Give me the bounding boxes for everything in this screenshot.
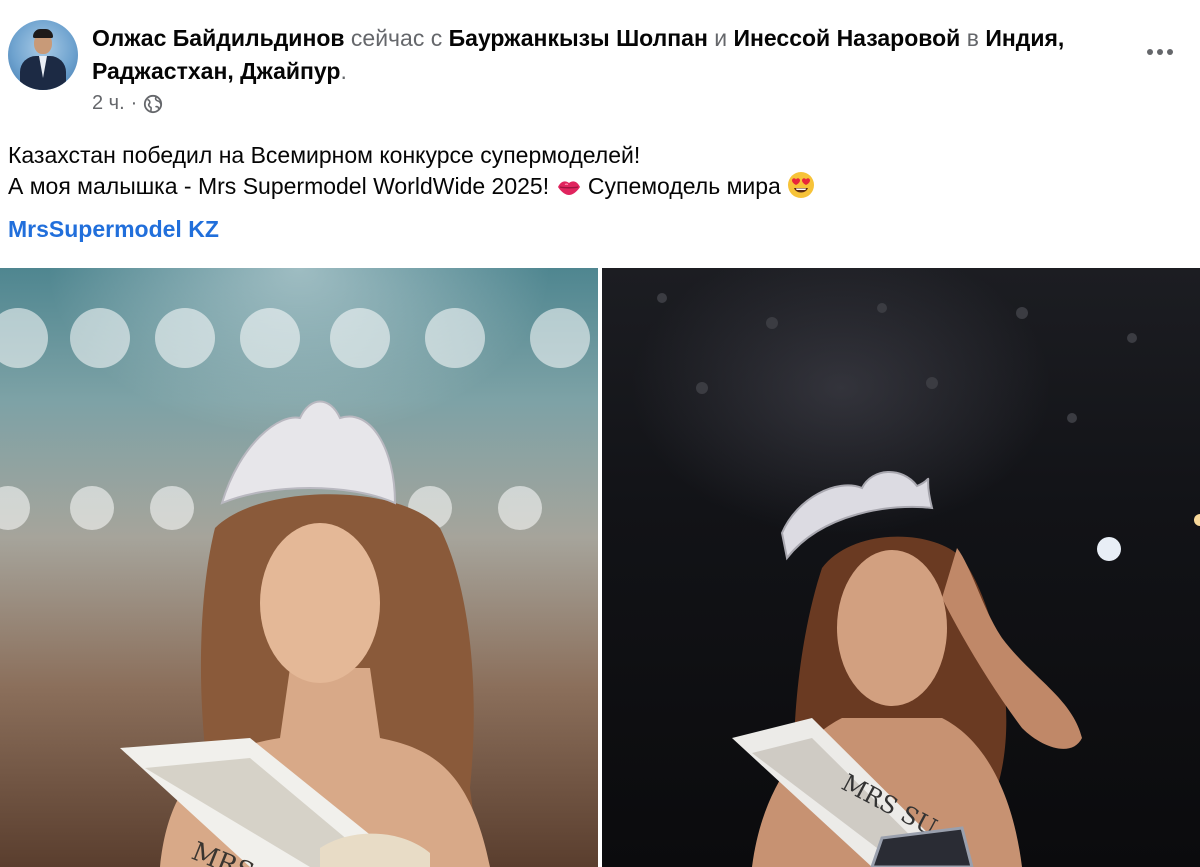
post-text-line2-row: А моя малышка - Mrs Supermodel WorldWide… (8, 171, 815, 207)
dot (1147, 49, 1153, 55)
post-meta: 2 ч. · (92, 92, 163, 115)
post-text-line2-tail: Супемодель мира (587, 173, 781, 199)
with-word: с (430, 25, 443, 51)
globe-icon[interactable] (143, 94, 163, 114)
feed-post: Олжас Байдильдинов сейчас с Бауржанкызы … (0, 0, 1200, 867)
post-text-line2: А моя малышка - Mrs Supermodel WorldWide… (8, 173, 550, 199)
author-name-link[interactable]: Олжас Байдильдинов (92, 25, 345, 51)
title-period: . (340, 58, 347, 84)
post-text: Казахстан победил на Всемирном конкурсе … (8, 140, 815, 207)
author-avatar[interactable] (8, 20, 78, 90)
dot (1157, 49, 1163, 55)
dot (1167, 49, 1173, 55)
post-title-line: Олжас Байдильдинов сейчас с Бауржанкызы … (92, 22, 1122, 88)
heart-eyes-icon (787, 171, 815, 207)
post-text-line1: Казахстан победил на Всемирном конкурсе … (8, 142, 641, 168)
hashtag-link[interactable]: MrsSupermodel KZ (8, 216, 219, 243)
more-options-button[interactable] (1140, 36, 1180, 68)
post-photo-2[interactable]: MRS SU (602, 268, 1200, 867)
post-timestamp[interactable]: 2 ч. (92, 92, 125, 115)
meta-separator: · (130, 92, 138, 114)
kiss-lips-icon (556, 175, 582, 207)
post-photo-1[interactable]: MRS S (0, 268, 598, 867)
in-word: в (966, 25, 979, 51)
post-header: Олжас Байдильдинов сейчас с Бауржанкызы … (0, 0, 1200, 130)
tagged-person-link[interactable]: Инессой Назаровой (734, 25, 961, 51)
tagged-person-link[interactable]: Бауржанкызы Шолпан (449, 25, 708, 51)
and-word: и (714, 25, 728, 51)
time-word: сейчас (350, 25, 425, 51)
